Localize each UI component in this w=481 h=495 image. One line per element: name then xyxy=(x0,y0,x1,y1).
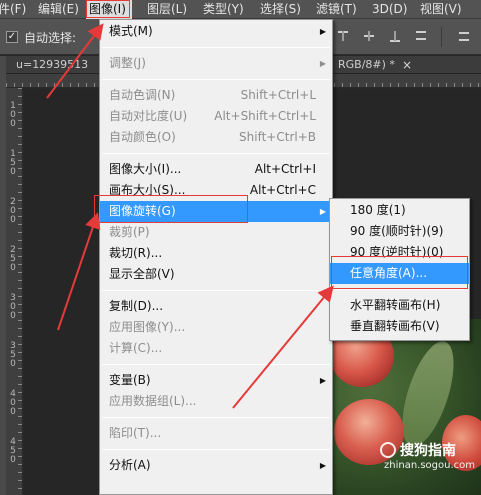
align-top-icon[interactable] xyxy=(336,29,350,43)
menu-item-duplicate[interactable]: 复制(D)... xyxy=(100,296,332,317)
ruler-label: 1 5 0 xyxy=(10,149,16,177)
menu-item-variables[interactable]: 变量(B) ▶ xyxy=(100,370,332,391)
submenu-arrow-icon: ▶ xyxy=(319,376,326,385)
submenu-item-rotate-90-cw[interactable]: 90 度(顺时针)(9) xyxy=(330,221,469,242)
ruler-label: 2 5 0 xyxy=(10,245,16,273)
submenu-arrow-icon: ▶ xyxy=(319,27,326,36)
menu-filter[interactable]: 滤镜(T) xyxy=(316,0,357,19)
distribute-top-icon[interactable] xyxy=(457,29,471,43)
menu-item-adjustments[interactable]: 调整(J) ▶ xyxy=(100,53,332,74)
menu-separator xyxy=(102,417,330,418)
annotation-box-arbitrary-angle xyxy=(331,256,468,289)
menu-item-calculations[interactable]: 计算(C)... xyxy=(100,338,332,359)
ruler-label: 2 0 0 xyxy=(10,197,16,225)
menu-file[interactable]: 件(F) xyxy=(0,0,26,19)
submenu-item-flip-horizontal[interactable]: 水平翻转画布(H) xyxy=(330,295,469,316)
menu-item-analysis[interactable]: 分析(A) ▶ xyxy=(100,455,332,476)
ruler-label: 4 0 0 xyxy=(10,389,16,417)
menu-3d[interactable]: 3D(D) xyxy=(372,0,407,19)
menu-select[interactable]: 选择(S) xyxy=(260,0,301,19)
sogou-logo-icon xyxy=(380,442,396,458)
ruler-label: 4 5 0 xyxy=(10,437,16,465)
submenu-arrow-icon: ▶ xyxy=(319,207,326,216)
menu-separator xyxy=(102,290,330,291)
ruler-label: 1 0 0 xyxy=(10,101,16,129)
options-separator xyxy=(441,27,442,47)
ruler-label: 3 0 0 xyxy=(10,293,16,321)
menu-separator xyxy=(102,364,330,365)
menu-item-crop[interactable]: 裁剪(P) xyxy=(100,222,332,243)
close-icon[interactable]: × xyxy=(402,56,412,74)
menu-item-trap[interactable]: 陷印(T)... xyxy=(100,423,332,444)
ruler-label: 3 5 0 xyxy=(10,341,16,369)
auto-select-label: 自动选择: xyxy=(24,31,77,45)
menu-item-auto-tone[interactable]: 自动色调(N) Shift+Ctrl+L xyxy=(100,85,332,106)
sogou-watermark: 搜狗指南 zhinan.sogou.com xyxy=(380,440,480,474)
menu-item-reveal-all[interactable]: 显示全部(V) xyxy=(100,264,332,285)
menu-type[interactable]: 类型(Y) xyxy=(203,0,244,19)
ruler-vertical: 1 0 0 1 5 0 2 0 0 2 5 0 3 0 0 3 5 0 4 0 … xyxy=(6,88,23,495)
watermark-url: zhinan.sogou.com xyxy=(384,460,476,471)
align-toolbar xyxy=(336,29,481,47)
annotation-box-image-rotation xyxy=(94,195,248,223)
submenu-arrow-icon: ▶ xyxy=(319,59,326,68)
align-left-icon[interactable] xyxy=(414,29,428,43)
menu-bar: 件(F) 编辑(E) 图像(I) 图层(L) 类型(Y) 选择(S) 滤镜(T)… xyxy=(0,0,481,19)
menu-item-mode[interactable]: 模式(M) ▶ xyxy=(100,21,332,42)
menu-item-apply-image[interactable]: 应用图像(Y)... xyxy=(100,317,332,338)
image-menu-dropdown: 模式(M) ▶ 调整(J) ▶ 自动色调(N) Shift+Ctrl+L 自动对比度(… xyxy=(99,19,333,495)
menu-separator xyxy=(102,47,330,48)
submenu-item-flip-vertical[interactable]: 垂直翻转画布(V) xyxy=(330,316,469,337)
menu-layer[interactable]: 图层(L) xyxy=(147,0,187,19)
menu-item-auto-color[interactable]: 自动颜色(O) Shift+Ctrl+B xyxy=(100,127,332,148)
align-vertical-center-icon[interactable] xyxy=(362,29,376,43)
auto-select-checkbox[interactable]: ✓ xyxy=(6,31,18,43)
document-tab[interactable]: u=12939513 xyxy=(16,56,88,74)
menu-edit[interactable]: 编辑(E) xyxy=(38,0,79,19)
menu-separator xyxy=(332,289,467,290)
menu-separator xyxy=(102,449,330,450)
watermark-name: 搜狗指南 xyxy=(400,443,456,459)
align-bottom-icon[interactable] xyxy=(388,29,402,43)
menu-view[interactable]: 视图(V) xyxy=(420,0,462,19)
menu-item-image-size[interactable]: 图像大小(I)... Alt+Ctrl+I xyxy=(100,159,332,180)
document-tab-mode: RGB/8#) * xyxy=(338,58,395,71)
annotation-box-image-menu xyxy=(86,0,130,18)
submenu-arrow-icon: ▶ xyxy=(319,461,326,470)
menu-separator xyxy=(102,79,330,80)
submenu-item-rotate-180[interactable]: 180 度(1) xyxy=(330,200,469,221)
menu-item-apply-data-set[interactable]: 应用数据组(L)... xyxy=(100,391,332,412)
menu-item-trim[interactable]: 裁切(R)... xyxy=(100,243,332,264)
menu-separator xyxy=(102,153,330,154)
menu-item-auto-contrast[interactable]: 自动对比度(U) Alt+Shift+Ctrl+L xyxy=(100,106,332,127)
